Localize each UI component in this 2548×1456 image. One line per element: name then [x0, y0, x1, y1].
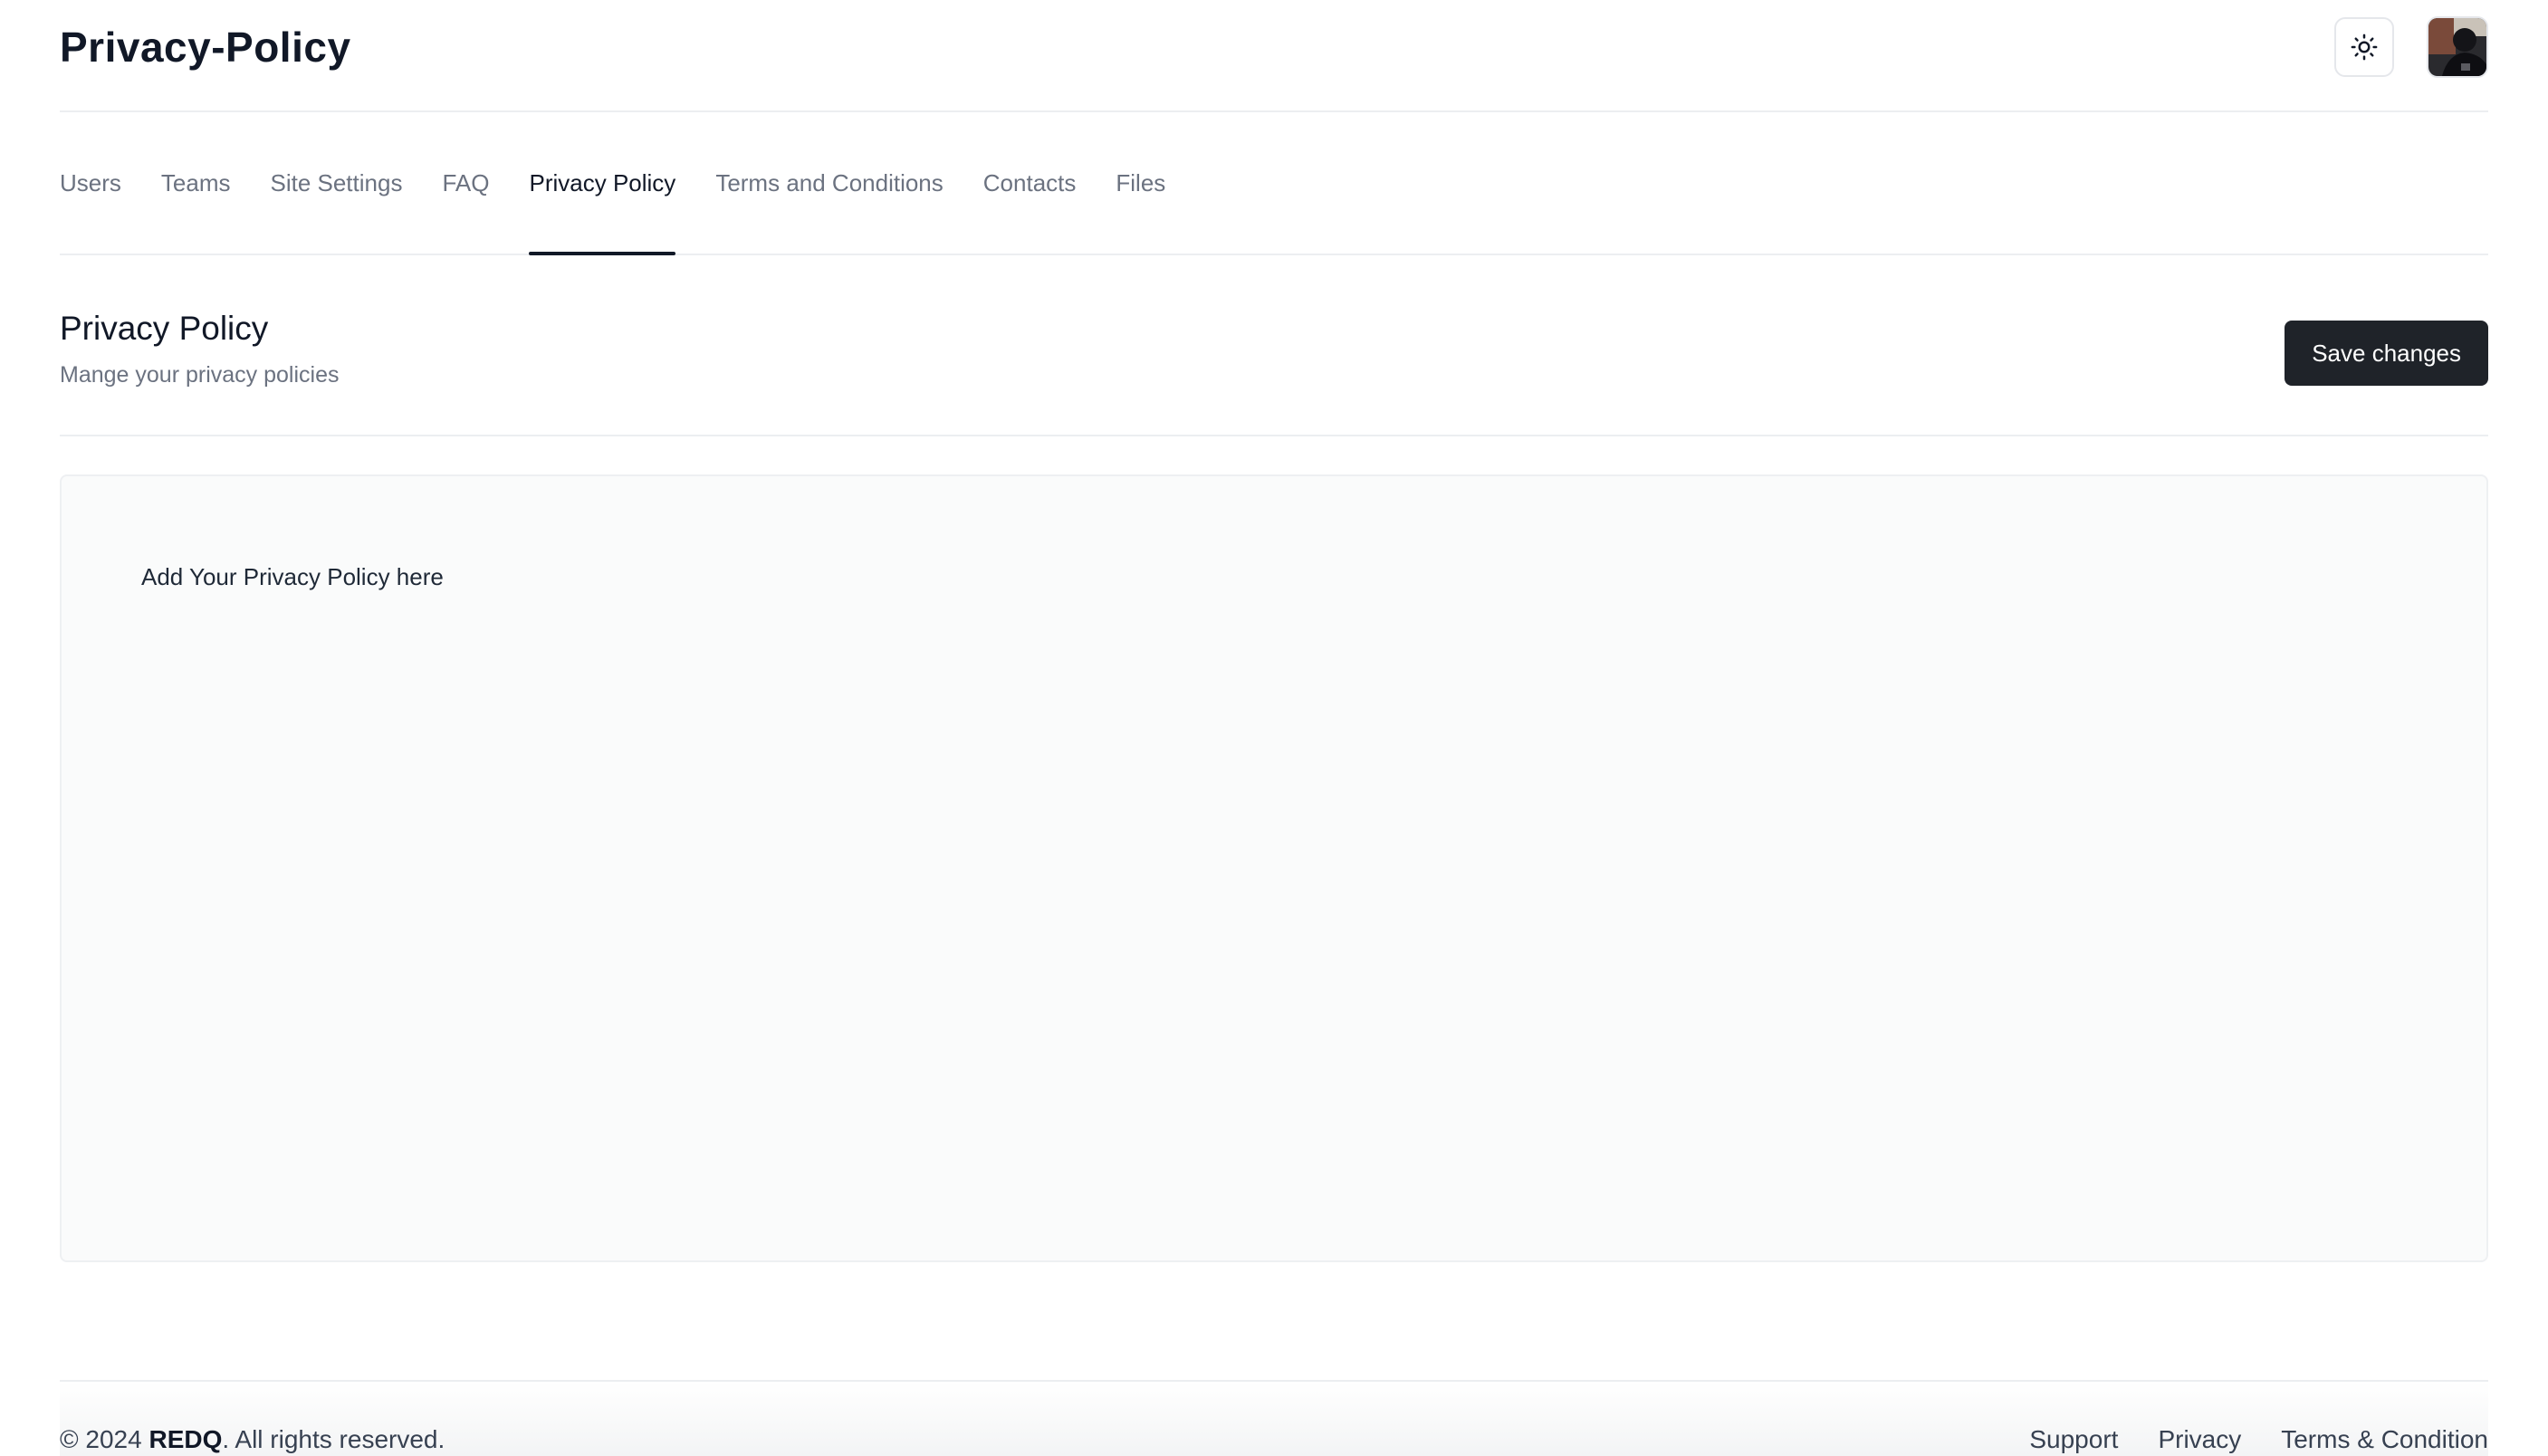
theme-toggle-button[interactable]	[2334, 17, 2394, 77]
tab-contacts[interactable]: Contacts	[983, 112, 1077, 254]
user-avatar[interactable]	[2427, 16, 2488, 78]
page-title: Privacy-Policy	[60, 24, 351, 71]
tab-faq[interactable]: FAQ	[442, 112, 489, 254]
save-changes-button[interactable]: Save changes	[2285, 321, 2488, 386]
copyright-prefix: © 2024	[60, 1425, 149, 1453]
avatar-image	[2428, 18, 2486, 76]
tab-users[interactable]: Users	[60, 112, 121, 254]
footer: © 2024 REDQ. All rights reserved. Suppor…	[60, 1380, 2488, 1456]
top-header: Privacy-Policy	[60, 0, 2488, 112]
sun-icon	[2351, 34, 2378, 61]
footer-link-privacy[interactable]: Privacy	[2158, 1425, 2241, 1454]
privacy-policy-editor[interactable]: Add Your Privacy Policy here	[60, 474, 2488, 1262]
header-actions	[2334, 16, 2488, 78]
tab-privacy-policy[interactable]: Privacy Policy	[529, 112, 675, 255]
tab-files[interactable]: Files	[1116, 112, 1165, 254]
copyright: © 2024 REDQ. All rights reserved.	[60, 1425, 445, 1454]
footer-links: Support Privacy Terms & Condition	[2029, 1425, 2488, 1454]
footer-link-terms[interactable]: Terms & Condition	[2281, 1425, 2488, 1454]
settings-tabs: Users Teams Site Settings FAQ Privacy Po…	[60, 112, 2488, 255]
tab-site-settings[interactable]: Site Settings	[270, 112, 402, 254]
section-header: Privacy Policy Mange your privacy polici…	[60, 255, 2488, 436]
copyright-suffix: . All rights reserved.	[222, 1425, 445, 1453]
tab-terms-and-conditions[interactable]: Terms and Conditions	[715, 112, 943, 254]
section-title: Privacy Policy	[60, 310, 269, 347]
brand-name: REDQ	[148, 1425, 223, 1453]
editor-content[interactable]: Add Your Privacy Policy here	[141, 563, 444, 591]
page: Privacy-Policy Users Teams Site Settings…	[60, 0, 2488, 1456]
tab-teams[interactable]: Teams	[161, 112, 231, 254]
section-subtitle: Mange your privacy policies	[60, 362, 340, 388]
footer-link-support[interactable]: Support	[2029, 1425, 2118, 1454]
